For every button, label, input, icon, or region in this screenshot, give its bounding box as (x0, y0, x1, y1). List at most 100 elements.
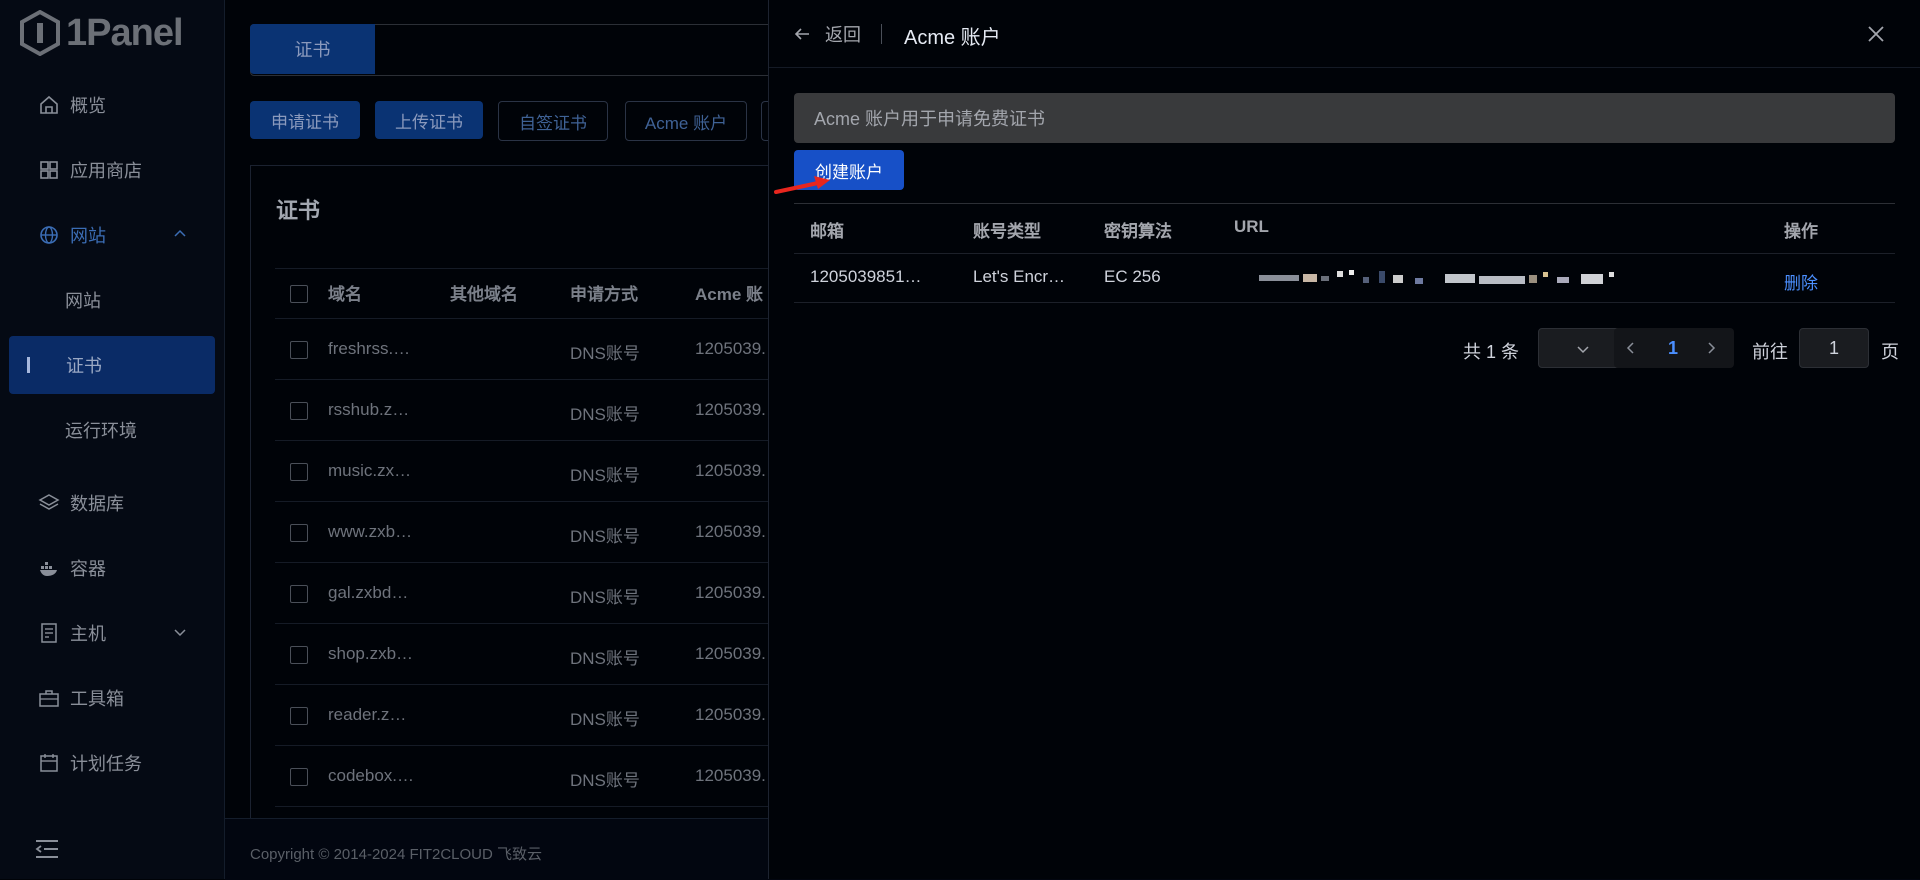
table-divider (275, 684, 810, 685)
sidebar-item-database[interactable]: 数据库 (0, 475, 224, 531)
sidebar-item-website-group[interactable]: 网站 (0, 207, 224, 263)
cell-domain: codebox.… (328, 766, 414, 785)
sidebar-item-label: 运行环境 (65, 421, 137, 441)
column-header-method: 申请方式 (570, 285, 638, 304)
sidebar-item-label: 网站 (65, 291, 101, 311)
cell-domain: freshrss.… (328, 339, 411, 358)
cell-acme: 1205039. (695, 705, 766, 724)
sidebar-item-toolbox[interactable]: 工具箱 (0, 670, 224, 726)
sidebar-item-label: 网站 (70, 226, 106, 246)
brand-name: 1Panel (66, 11, 184, 54)
row-checkbox[interactable] (290, 585, 308, 603)
chevron-down-icon (174, 629, 186, 637)
current-page[interactable]: 1 (1668, 338, 1678, 359)
back-button[interactable]: 返回 (793, 21, 861, 47)
row-checkbox[interactable] (290, 707, 308, 725)
sidebar-item-app-store[interactable]: 应用商店 (0, 142, 224, 198)
row-checkbox[interactable] (290, 646, 308, 664)
table-divider (275, 379, 810, 380)
table-divider (794, 253, 1895, 254)
sidebar: 1Panel 概览 应用商店 网站 网站 证书 运行环境 数据库 容器 主机 工… (0, 0, 225, 879)
goto-label: 前往 (1752, 342, 1788, 362)
sidebar-item-container[interactable]: 容器 (0, 540, 224, 596)
row-checkbox[interactable] (290, 341, 308, 359)
cell-email: 1205039851… (810, 267, 922, 286)
sidebar-item-label: 应用商店 (70, 161, 142, 181)
acme-account-button[interactable]: Acme 账户 (625, 101, 747, 141)
row-checkbox[interactable] (290, 768, 308, 786)
delete-link[interactable]: 删除 (1784, 269, 1818, 294)
sidebar-item-website[interactable]: 网站 (0, 272, 224, 328)
column-header-url: URL (1234, 217, 1269, 236)
upload-cert-button[interactable]: 上传证书 (375, 101, 483, 139)
sidebar-item-runtime[interactable]: 运行环境 (0, 402, 224, 458)
logo[interactable]: 1Panel (20, 10, 184, 56)
back-label: 返回 (825, 25, 861, 45)
goto-page-input[interactable]: 1 (1799, 328, 1869, 368)
chevron-up-icon (174, 229, 186, 237)
row-checkbox[interactable] (290, 524, 308, 542)
sidebar-item-host[interactable]: 主机 (0, 605, 224, 661)
cell-acme: 1205039. (695, 461, 766, 480)
sidebar-item-label: 工具箱 (70, 689, 124, 709)
close-icon[interactable] (1867, 25, 1885, 43)
column-header-operations: 操作 (1784, 222, 1818, 241)
table-divider (275, 268, 810, 269)
copyright-text: Copyright © 2014-2024 FIT2CLOUD 飞致云 (250, 846, 542, 863)
tab-certificate[interactable]: 证书 (250, 24, 375, 74)
arrow-left-icon (794, 28, 809, 40)
cell-acme: 1205039. (695, 644, 766, 663)
cell-method: DNS账号 (570, 588, 640, 607)
active-indicator (27, 357, 30, 373)
cell-domain: gal.zxbd… (328, 583, 409, 602)
column-header-other-domain: 其他域名 (450, 285, 518, 304)
cell-domain: shop.zxb… (328, 644, 414, 663)
sidebar-item-label: 容器 (70, 559, 106, 579)
cell-acme: 1205039. (695, 766, 766, 785)
table-divider (275, 501, 810, 502)
cell-acme: 1205039. (695, 339, 766, 358)
annotation-arrow-icon (774, 176, 830, 194)
table-divider (275, 806, 810, 807)
self-signed-button[interactable]: 自签证书 (498, 101, 608, 141)
home-icon (40, 95, 58, 114)
table-divider (275, 623, 810, 624)
chevron-right-icon[interactable] (1703, 340, 1719, 356)
redacted-url-pixelation (1259, 270, 1614, 284)
cell-domain: rsshub.z… (328, 400, 410, 419)
cell-method: DNS账号 (570, 771, 640, 790)
sidebar-item-overview[interactable]: 概览 (0, 77, 224, 133)
cell-account-type: Let's Encr… (973, 267, 1066, 286)
cell-acme: 1205039. (695, 400, 766, 419)
select-all-checkbox[interactable] (290, 285, 308, 303)
column-header-domain: 域名 (328, 285, 362, 304)
row-checkbox[interactable] (290, 463, 308, 481)
chevron-left-icon[interactable] (1623, 340, 1639, 356)
cell-method: DNS账号 (570, 405, 640, 424)
apply-cert-button[interactable]: 申请证书 (250, 101, 360, 139)
sidebar-item-label: 概览 (70, 96, 106, 116)
cell-domain: www.zxb… (328, 522, 413, 541)
table-divider (275, 440, 810, 441)
cell-method: DNS账号 (570, 344, 640, 363)
grid-icon (40, 161, 58, 179)
row-checkbox[interactable] (290, 402, 308, 420)
sidebar-item-label: 主机 (70, 624, 106, 644)
drawer-title: Acme 账户 (904, 27, 1001, 49)
table-divider (794, 302, 1895, 303)
collapse-menu-icon[interactable] (34, 838, 60, 860)
toolbox-icon (39, 690, 59, 707)
card-title: 证书 (276, 198, 321, 223)
sidebar-item-label: 证书 (66, 356, 102, 376)
cell-method: DNS账号 (570, 710, 640, 729)
column-header-account-type: 账号类型 (973, 222, 1041, 241)
sidebar-item-cron[interactable]: 计划任务 (0, 735, 224, 791)
docker-icon (40, 562, 57, 576)
globe-icon (40, 226, 58, 244)
sidebar-item-certificate[interactable]: 证书 (9, 336, 215, 394)
cell-acme: 1205039. (695, 583, 766, 602)
table-top-border (794, 203, 1895, 204)
cell-method: DNS账号 (570, 649, 640, 668)
layers-icon (38, 494, 60, 510)
column-header-key-algorithm: 密钥算法 (1104, 222, 1172, 241)
